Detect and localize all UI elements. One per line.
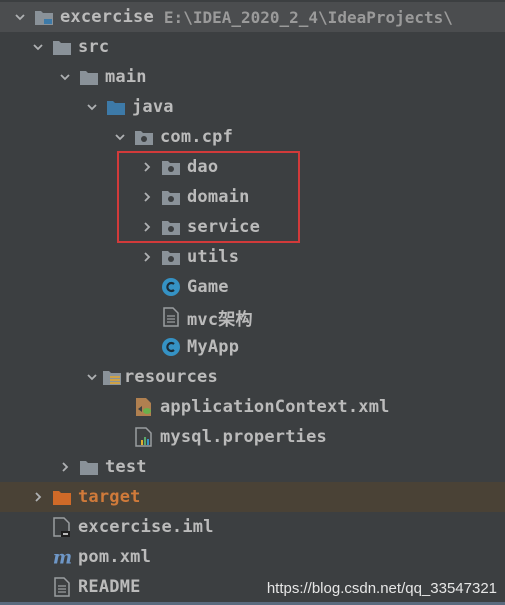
chevron-down-icon[interactable] — [86, 92, 98, 122]
text-file-icon — [161, 307, 181, 327]
tree-row-myapp[interactable]: MyApp — [0, 332, 505, 362]
tree-row-label: applicationContext.xml — [160, 397, 390, 417]
tree-row-label: domain — [187, 187, 250, 207]
tree-row-label: service — [187, 217, 261, 237]
spring-xml-icon — [134, 397, 154, 417]
tree-row-utils[interactable]: utils — [0, 242, 505, 272]
chevron-right-icon[interactable] — [141, 182, 153, 212]
java-class-icon — [161, 277, 181, 297]
iml-file-icon — [52, 517, 72, 537]
tree-row-target[interactable]: target — [0, 482, 505, 512]
package-icon — [161, 217, 181, 237]
tree-row-label: MyApp — [187, 337, 240, 357]
chevron-right-icon[interactable] — [141, 242, 153, 272]
tree-row-label: target — [78, 487, 141, 507]
java-class-icon — [161, 337, 181, 357]
tree-row-service[interactable]: service — [0, 212, 505, 242]
tree-row-excercise-iml[interactable]: excercise.iml — [0, 512, 505, 542]
tree-row-domain[interactable]: domain — [0, 182, 505, 212]
tree-row-resources[interactable]: resources — [0, 362, 505, 392]
properties-file-icon — [134, 427, 154, 447]
tree-row-pom[interactable]: m pom.xml — [0, 542, 505, 572]
tree-row-label: excercise — [60, 7, 154, 27]
svg-text:m: m — [53, 547, 72, 567]
chevron-right-icon[interactable] — [32, 482, 44, 512]
tree-row-main[interactable]: main — [0, 62, 505, 92]
tree-row-label: java — [132, 97, 174, 117]
chevron-right-icon[interactable] — [141, 152, 153, 182]
tree-row-excercise[interactable]: excercise E:\IDEA_2020_2_4\IdeaProjects\ — [0, 2, 505, 32]
text-file-icon — [52, 577, 72, 597]
tree-row-label: src — [78, 37, 110, 57]
tree-row-label: test — [105, 457, 147, 477]
chevron-down-icon[interactable] — [14, 2, 26, 32]
maven-icon: m — [52, 547, 72, 567]
folder-icon — [52, 37, 72, 57]
package-icon — [161, 247, 181, 267]
tree-row-mysql-properties[interactable]: mysql.properties — [0, 422, 505, 452]
tree-row-label: dao — [187, 157, 219, 177]
tree-row-label: README — [78, 577, 141, 597]
excluded-folder-icon — [52, 487, 72, 507]
chevron-right-icon[interactable] — [141, 212, 153, 242]
tree-row-label: utils — [187, 247, 240, 267]
folder-icon — [79, 67, 99, 87]
watermark: https://blog.csdn.net/qq_33547321 — [266, 580, 497, 597]
folder-icon — [79, 457, 99, 477]
tree-row-test[interactable]: test — [0, 452, 505, 482]
tree-row-label: mvc架构 — [187, 309, 253, 330]
tree-row-label: excercise.iml — [78, 517, 214, 537]
tree-row-dao[interactable]: dao — [0, 152, 505, 182]
chevron-right-icon[interactable] — [59, 452, 71, 482]
tree-row-src[interactable]: src — [0, 32, 505, 62]
module-folder-icon — [34, 7, 54, 27]
tree-row-label: mysql.properties — [160, 427, 327, 447]
chevron-down-icon[interactable] — [32, 32, 44, 62]
tree-row-java[interactable]: java — [0, 92, 505, 122]
tree-row-label: com.cpf — [160, 127, 234, 147]
tree-row-label: pom.xml — [78, 547, 152, 567]
package-icon — [161, 187, 181, 207]
package-icon — [134, 127, 154, 147]
tree-row-label: main — [105, 67, 147, 87]
tree-row-com-cpf[interactable]: com.cpf — [0, 122, 505, 152]
tree-row-label: resources — [124, 367, 218, 387]
package-icon — [161, 157, 181, 177]
source-folder-icon — [106, 97, 126, 117]
tree-row-label: Game — [187, 277, 229, 297]
module-path: E:\IDEA_2020_2_4\IdeaProjects\ — [163, 7, 453, 27]
resources-folder-icon — [102, 367, 122, 387]
tree-row-mvc[interactable]: mvc架构 — [0, 302, 505, 332]
chevron-down-icon[interactable] — [86, 362, 98, 392]
project-tree: excercise E:\IDEA_2020_2_4\IdeaProjects\… — [0, 0, 505, 605]
chevron-down-icon[interactable] — [59, 62, 71, 92]
tree-row-applicationcontext[interactable]: applicationContext.xml — [0, 392, 505, 422]
chevron-down-icon[interactable] — [114, 122, 126, 152]
tree-row-game[interactable]: Game — [0, 272, 505, 302]
